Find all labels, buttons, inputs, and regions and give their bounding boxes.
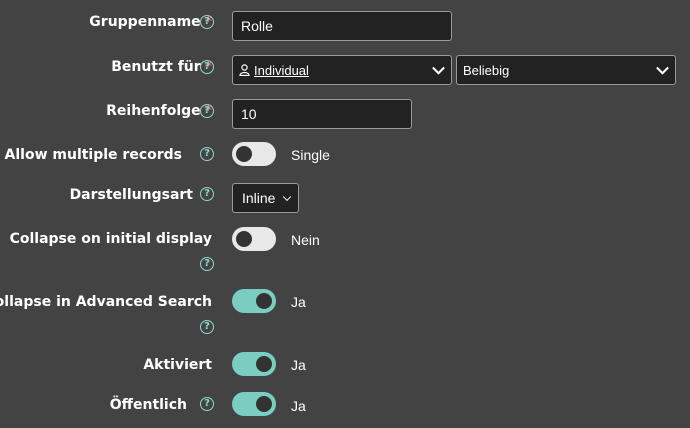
label-text: Benutzt für	[111, 59, 201, 75]
label-oeffentlich: Öffentlich	[110, 397, 187, 413]
toggle-knob	[256, 396, 272, 412]
collapse-initial-toggle[interactable]	[232, 227, 276, 251]
help-icon[interactable]: ?	[200, 320, 214, 334]
toggle-state-label: Nein	[291, 232, 320, 248]
select-value: Beliebig	[463, 62, 510, 78]
select-value: Inline	[242, 190, 276, 206]
toggle-state-label: Ja	[291, 398, 306, 414]
reihenfolge-input[interactable]: 10	[232, 99, 412, 129]
label-aktiviert: Aktiviert	[143, 357, 212, 373]
help-icon[interactable]: ?	[200, 187, 214, 201]
label-gruppenname: Gruppenname *	[89, 14, 212, 30]
label-text: Gruppenname	[89, 14, 201, 30]
select-value: Individual	[254, 62, 309, 78]
toggle-knob	[256, 356, 272, 372]
toggle-knob	[256, 293, 272, 309]
oeffentlich-toggle[interactable]	[232, 392, 276, 416]
toggle-state-label: Single	[291, 147, 330, 163]
display-type-select[interactable]: Inline	[232, 183, 299, 213]
label-allow-multiple: Allow multiple records	[5, 147, 182, 163]
label-text: Collapse in Advanced Search	[0, 294, 212, 310]
label-collapse-initial: Collapse on initial display	[10, 231, 212, 247]
label-collapse-advanced: Collapse in Advanced Search	[0, 294, 212, 310]
help-icon[interactable]: ?	[200, 397, 214, 411]
collapse-advanced-toggle[interactable]	[232, 289, 276, 313]
chevron-down-icon	[432, 61, 445, 75]
toggle-knob	[236, 146, 252, 162]
used-for-select[interactable]: Individual	[232, 55, 452, 85]
label-text: Darstellungsart	[69, 187, 193, 203]
user-icon	[239, 64, 250, 76]
aktiviert-toggle[interactable]	[232, 352, 276, 376]
label-text: Aktiviert	[143, 357, 212, 373]
label-reihenfolge: Reihenfolge *	[106, 103, 212, 119]
input-value: 10	[241, 106, 257, 122]
label-benutzt-fuer: Benutzt für *	[111, 59, 212, 75]
help-icon[interactable]: ?	[200, 60, 214, 74]
chevron-down-icon	[282, 192, 292, 202]
chevron-down-icon	[656, 61, 669, 75]
help-icon[interactable]: ?	[200, 257, 214, 271]
input-value: Rolle	[241, 18, 273, 34]
label-text: Allow multiple records	[4, 147, 182, 163]
label-text: Collapse on initial display	[9, 231, 212, 247]
label-darstellungsart: Darstellungsart	[70, 187, 193, 203]
label-text: Öffentlich	[109, 397, 187, 413]
help-icon[interactable]: ?	[200, 104, 214, 118]
used-for-scope-select[interactable]: Beliebig	[456, 55, 676, 85]
toggle-state-label: Ja	[291, 294, 306, 310]
label-text: Reihenfolge	[106, 103, 201, 119]
gruppenname-input[interactable]: Rolle	[232, 11, 452, 41]
toggle-state-label: Ja	[291, 357, 306, 373]
toggle-knob	[236, 231, 252, 247]
help-icon[interactable]: ?	[200, 147, 214, 161]
allow-multiple-toggle[interactable]	[232, 142, 276, 166]
help-icon[interactable]: ?	[200, 15, 214, 29]
